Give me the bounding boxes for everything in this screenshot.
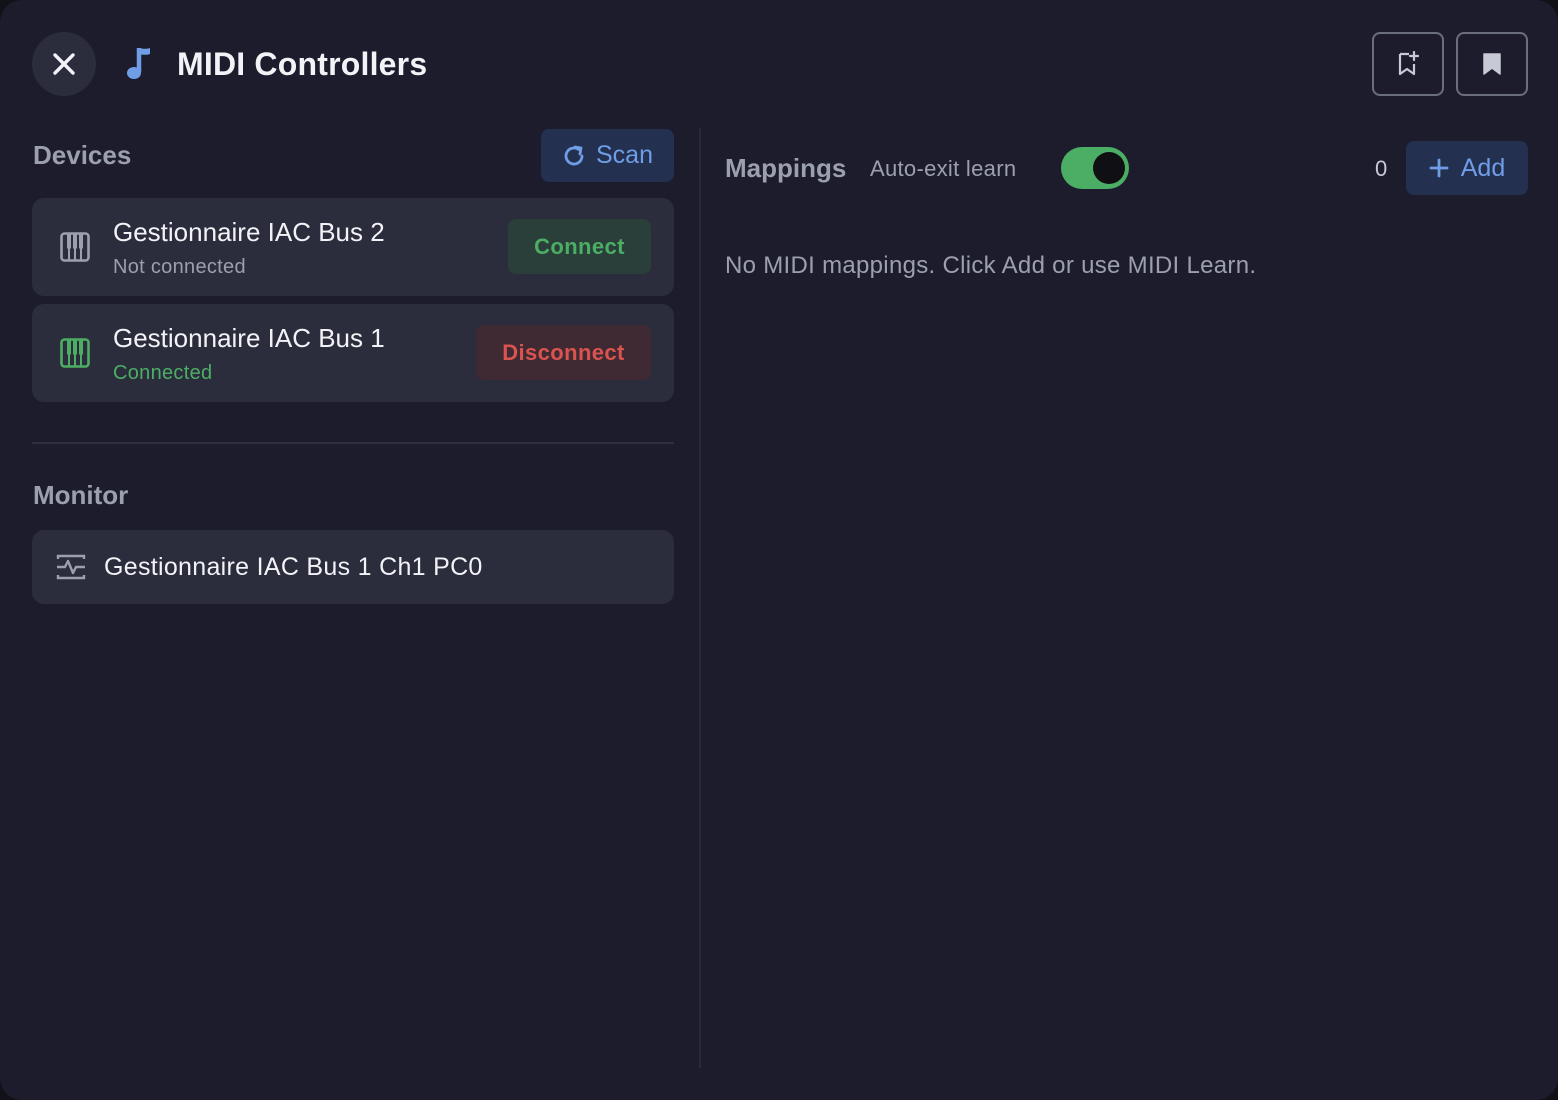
scan-label: Scan (596, 141, 653, 169)
bookmark-add-icon (1398, 51, 1420, 76)
piano-keyboard-icon (60, 232, 90, 262)
section-divider (32, 442, 674, 444)
bookmark-add-button[interactable] (1372, 32, 1444, 96)
midi-controllers-panel: MIDI Controllers Devices Scan Gestionnai… (0, 0, 1558, 1100)
device-card: Gestionnaire IAC Bus 1 Connected Disconn… (32, 304, 674, 402)
device-name: Gestionnaire IAC Bus 2 (113, 217, 385, 247)
bookmark-icon (1483, 53, 1501, 75)
bookmark-button[interactable] (1456, 32, 1528, 96)
plus-icon (1429, 158, 1449, 178)
device-card: Gestionnaire IAC Bus 2 Not connected Con… (32, 198, 674, 296)
auto-exit-learn-label: Auto-exit learn (870, 156, 1017, 181)
music-note-icon (127, 48, 150, 79)
refresh-icon (564, 145, 584, 165)
connect-button[interactable]: Connect (508, 219, 651, 274)
device-status: Not connected (113, 256, 246, 278)
disconnect-button[interactable]: Disconnect (476, 325, 651, 380)
scan-button[interactable]: Scan (541, 129, 674, 182)
close-icon (53, 53, 75, 75)
mappings-section-title: Mappings (725, 153, 847, 183)
piano-keyboard-icon (60, 338, 90, 368)
monitor-event: Gestionnaire IAC Bus 1 Ch1 PC0 (32, 530, 674, 604)
devices-section-title: Devices (33, 140, 132, 170)
add-label: Add (1460, 153, 1506, 182)
monitor-event-text: Gestionnaire IAC Bus 1 Ch1 PC0 (104, 553, 483, 581)
monitor-section-title: Monitor (33, 480, 129, 510)
mappings-empty-message: No MIDI mappings. Click Add or use MIDI … (725, 252, 1257, 279)
auto-exit-learn-toggle[interactable] (1061, 147, 1129, 189)
activity-monitor-icon (56, 554, 86, 580)
mappings-count: 0 (1375, 156, 1388, 181)
page-title: MIDI Controllers (177, 46, 428, 82)
add-mapping-button[interactable]: Add (1406, 141, 1528, 195)
column-divider (699, 128, 701, 1068)
toggle-knob (1093, 152, 1125, 184)
device-status: Connected (113, 362, 213, 384)
device-name: Gestionnaire IAC Bus 1 (113, 323, 385, 353)
close-button[interactable] (32, 32, 96, 96)
